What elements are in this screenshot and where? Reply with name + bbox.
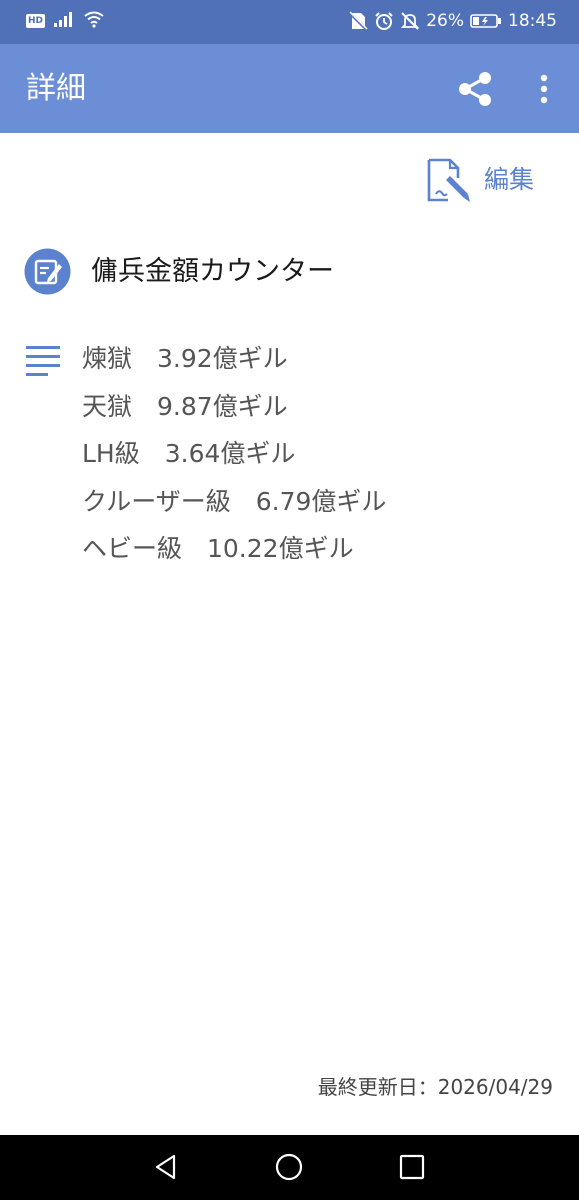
- last-updated-text: 最終更新日：2026/04/29: [317, 1075, 553, 1099]
- alarm-icon: [374, 11, 394, 31]
- home-icon: [275, 1153, 303, 1181]
- note-line: LH級 3.64億ギル: [82, 439, 296, 468]
- edit-button[interactable]: 編集: [424, 156, 534, 204]
- more-vert-icon: [540, 74, 548, 104]
- back-icon: [155, 1154, 176, 1180]
- text-lines-icon: [26, 346, 60, 380]
- note-title-row: 傭兵金額カウンター: [24, 248, 334, 295]
- share-button[interactable]: [454, 68, 496, 110]
- note-line: クルーザー級 6.79億ギル: [82, 486, 387, 516]
- no-sim-icon: [348, 11, 369, 31]
- wifi-icon: [83, 10, 105, 32]
- clock: 18:45: [508, 11, 557, 31]
- home-button[interactable]: [273, 1151, 305, 1183]
- status-right: 26% 18:45: [348, 8, 557, 34]
- share-icon: [459, 72, 491, 106]
- battery-percent: 26%: [426, 11, 464, 31]
- note-body: 煉獄 3.92億ギル 天獄 9.87億ギル LH級 3.64億ギル クルーザー級…: [82, 335, 386, 573]
- edit-label: 編集: [484, 165, 535, 194]
- recent-apps-icon: [399, 1154, 425, 1180]
- signal-icon: [53, 10, 75, 32]
- note-edit-icon: [24, 248, 71, 295]
- page-title: 詳細: [26, 71, 86, 106]
- note-line: 天獄 9.87億ギル: [82, 391, 288, 421]
- back-button[interactable]: [150, 1151, 182, 1183]
- mute-icon: [400, 11, 420, 31]
- status-bar: HD 26% 18:45: [0, 0, 579, 44]
- battery-icon: [470, 13, 502, 29]
- note-line: ヘビー級 10.22億ギル: [82, 534, 354, 563]
- status-left: HD: [26, 10, 105, 32]
- recent-apps-button[interactable]: [396, 1151, 428, 1183]
- note-line: 煉獄 3.92億ギル: [82, 344, 288, 373]
- more-options-button[interactable]: [530, 70, 558, 108]
- nav-bar: [0, 1135, 579, 1200]
- note-title: 傭兵金額カウンター: [91, 255, 334, 287]
- hd-badge: HD: [26, 14, 46, 28]
- app-bar: 詳細: [0, 44, 579, 133]
- edit-document-icon: [427, 158, 470, 202]
